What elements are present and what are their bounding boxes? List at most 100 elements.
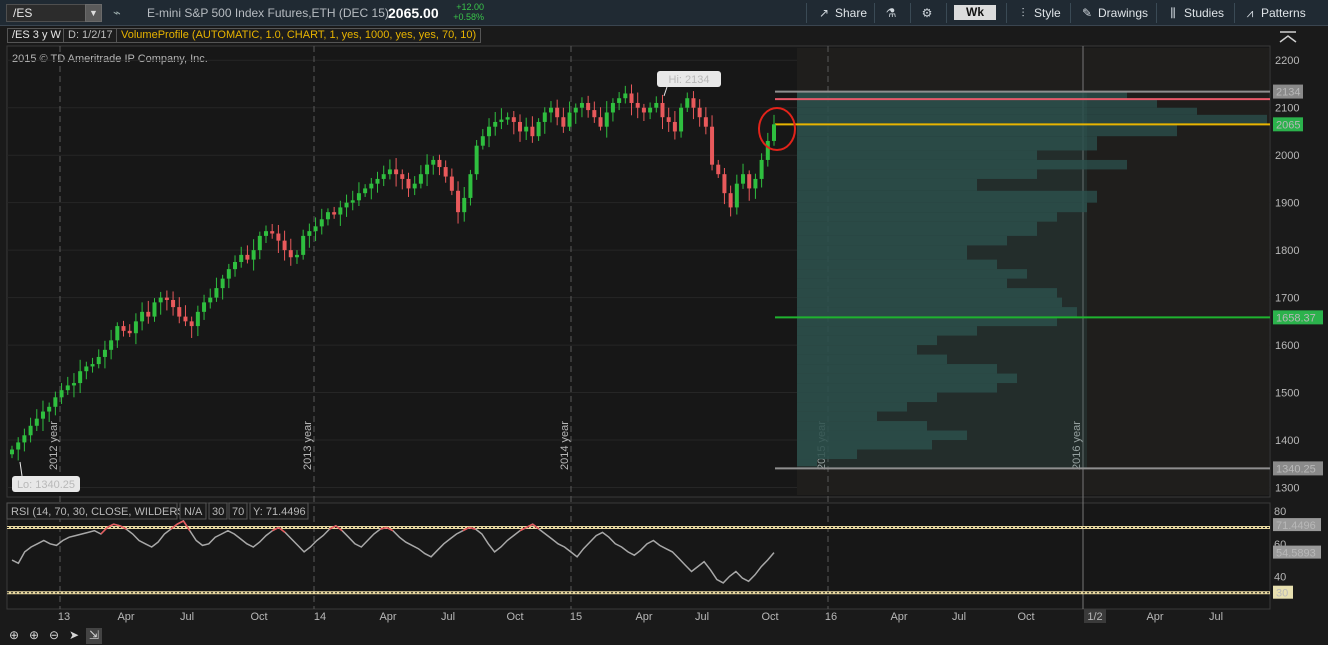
candle-body [90, 364, 95, 367]
candle-body [573, 107, 578, 113]
candle-body [115, 326, 120, 341]
candle-body [133, 321, 138, 334]
candle-body [579, 102, 584, 108]
flask-button[interactable]: ⚗ [884, 4, 902, 22]
x-tick-label: Apr [890, 611, 907, 623]
rsi-y-tick: 80 [1274, 506, 1286, 518]
candle-body [288, 250, 293, 258]
candle-body [183, 316, 188, 322]
candle-body [226, 269, 231, 279]
candle-body [765, 140, 770, 160]
drawings-button[interactable]: ✎ Drawings [1080, 4, 1148, 22]
pointer-icon[interactable]: ➤ [66, 628, 82, 644]
study-label[interactable]: VolumeProfile (AUTOMATIC, 1.0, CHART, 1,… [116, 28, 482, 43]
date-label: D: 1/2/17 [63, 28, 118, 43]
candle-body [121, 326, 126, 331]
studies-button[interactable]: ⫼ Studies [1166, 4, 1224, 22]
rsi-badge-label: 30 [1276, 588, 1288, 600]
candle-body [65, 385, 70, 391]
style-button[interactable]: ⫶ Style [1016, 4, 1060, 22]
y-tick-label: 2200 [1275, 55, 1299, 67]
candle-body [22, 435, 27, 443]
candle-body [493, 121, 498, 127]
candle-body [431, 159, 436, 165]
gear-button[interactable]: ⚙ [920, 4, 938, 22]
candle-body [741, 174, 746, 184]
candle-body [282, 240, 287, 251]
patterns-label: Patterns [1261, 6, 1306, 20]
toolbar-separator [946, 3, 947, 23]
candle-body [406, 178, 411, 189]
candle-body [499, 119, 504, 122]
year-marker-label: 2013 year [302, 421, 314, 470]
candle-body [456, 190, 461, 213]
instrument-description: E-mini S&P 500 Index Futures,ETH (DEC 15… [147, 6, 389, 20]
zoom-in-icon[interactable]: ⊕ [26, 628, 42, 644]
candle-body [109, 340, 114, 350]
candle-body [127, 330, 132, 334]
pan-handle-icon[interactable]: ⇲ [86, 628, 102, 644]
toolbar-separator [1006, 3, 1007, 23]
candle-body [220, 278, 225, 289]
candle-body [208, 297, 213, 303]
candle-body [691, 98, 696, 108]
price-badge-label: 1340.25 [1276, 463, 1316, 475]
year-marker-label: 2012 year [48, 421, 60, 470]
candle-body [146, 311, 151, 317]
price-badge-label: 2134 [1276, 87, 1300, 99]
candle-body [716, 164, 721, 175]
y-tick-label: 1500 [1275, 388, 1299, 400]
candle-body [257, 235, 262, 251]
crosshair-zoom-icon[interactable]: ⊕ [6, 628, 22, 644]
date-cursor-label: 1/2 [1087, 611, 1102, 623]
link-icon[interactable]: ⌁ [113, 5, 129, 21]
share-button[interactable]: ↗ Share [817, 4, 867, 22]
candle-body [356, 193, 361, 201]
candle-body [753, 178, 758, 189]
candle-body [369, 183, 374, 189]
candle-body [592, 110, 597, 118]
patterns-button[interactable]: ⩘ Patterns [1243, 4, 1306, 22]
share-icon: ↗ [818, 6, 830, 20]
candle-body [10, 449, 14, 455]
candle-body [425, 164, 430, 175]
rsi-badge-label: 71.4496 [1276, 520, 1316, 532]
candle-body [276, 233, 281, 241]
candle-body [734, 183, 739, 208]
x-tick-label: 13 [58, 611, 70, 623]
hi-label-text: Hi: 2134 [669, 74, 710, 86]
candle-body [474, 145, 479, 175]
candle-body [654, 102, 659, 108]
zoom-out-icon[interactable]: ⊖ [46, 628, 62, 644]
candle-body [666, 117, 671, 122]
x-tick-label: 15 [570, 611, 582, 623]
candle-body [443, 167, 448, 177]
period-selector[interactable]: Wk [954, 5, 996, 20]
x-tick-label: Jul [180, 611, 194, 623]
candle-body [629, 93, 634, 103]
chart-label[interactable]: /ES 3 y W [7, 28, 66, 43]
candle-body [96, 356, 101, 365]
candle-body [468, 174, 473, 198]
y-tick-label: 1800 [1275, 245, 1299, 257]
candle-body [233, 262, 238, 270]
candle-body [487, 126, 492, 137]
candle-body [635, 102, 640, 108]
candle-body [567, 112, 572, 127]
x-tick-label: 16 [825, 611, 837, 623]
candle-body [722, 174, 727, 194]
symbol-dropdown-arrow-icon[interactable]: ▼ [85, 4, 102, 22]
price-chart[interactable]: 2015 © TD Ameritrade IP Company, Inc. 220… [0, 0, 1328, 645]
style-icon: ⫶ [1021, 6, 1025, 20]
candle-body [400, 174, 405, 179]
candle-body [759, 159, 764, 179]
collapse-icon[interactable] [1272, 26, 1328, 56]
x-tick-label: Oct [1017, 611, 1034, 623]
studies-label: Studies [1184, 6, 1225, 20]
candle-body [239, 254, 244, 263]
x-tick-label: Jul [952, 611, 966, 623]
chart-toolbar: /ES ▼ ⌁ E-mini S&P 500 Index Futures,ETH… [0, 0, 1328, 26]
candle-body [34, 418, 39, 426]
rsi-y-tick: 40 [1274, 571, 1286, 583]
candle-body [524, 126, 529, 132]
